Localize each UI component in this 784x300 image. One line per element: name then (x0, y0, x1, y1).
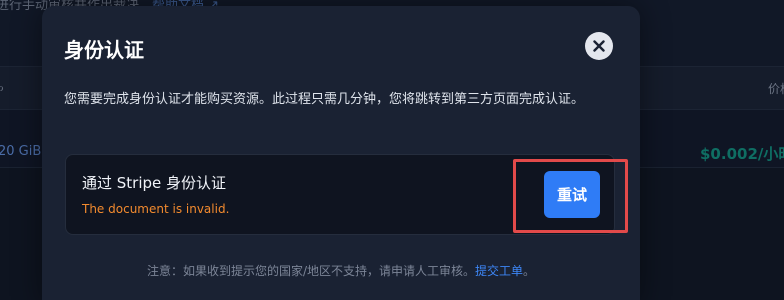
stripe-verification-card: 通过 Stripe 身份认证 The document is invalid. … (65, 154, 628, 235)
background-header-left: ℴ (0, 80, 4, 94)
modal-note: 注意：如果收到提示您的国家/地区不支持，请申请人工审核。提交工单。 (42, 262, 640, 279)
background-header-price: 价格 (768, 82, 784, 96)
modal-title: 身份认证 (64, 38, 144, 62)
close-button[interactable] (585, 32, 613, 60)
note-text: 注意：如果收到提示您的国家/地区不支持，请申请人工审核。 (146, 264, 475, 278)
background-row-storage: 20 GiB (0, 144, 42, 159)
identity-verification-modal: 身份认证 您需要完成身份认证才能购买资源。此过程只需几分钟，您将跳转到第三方页面… (42, 6, 640, 300)
retry-button[interactable]: 重试 (544, 171, 600, 218)
modal-description: 您需要完成身份认证才能购买资源。此过程只需几分钟，您将跳转到第三方页面完成认证。 (64, 92, 585, 107)
note-suffix: 。 (523, 264, 536, 278)
close-icon (593, 40, 605, 52)
background-row-price: $0.002/小时 (700, 145, 784, 163)
submit-ticket-link[interactable]: 提交工单 (475, 264, 523, 278)
verification-method-title: 通过 Stripe 身份认证 (82, 174, 227, 192)
verification-error-message: The document is invalid. (82, 202, 230, 216)
